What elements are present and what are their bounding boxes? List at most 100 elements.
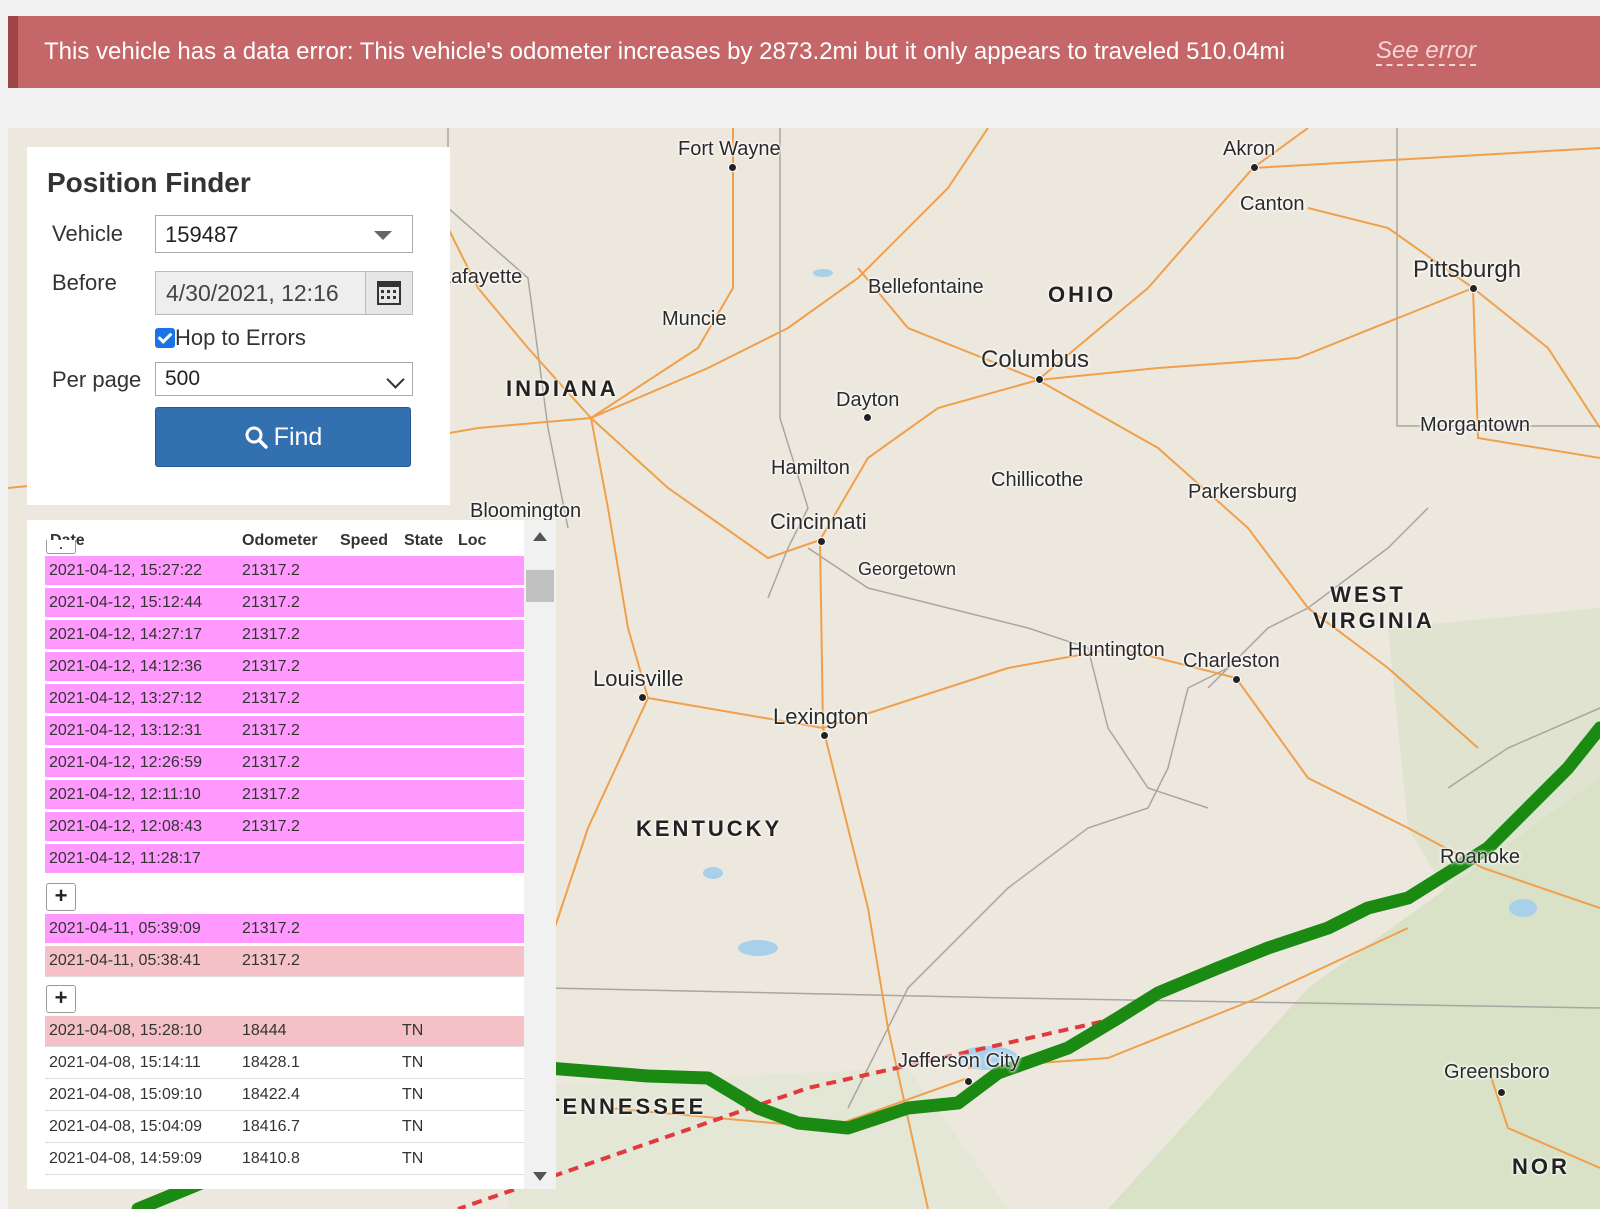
table-row[interactable]: 2021-04-11, 05:38:41 21317.2 xyxy=(45,946,524,977)
city-label: Pittsburgh xyxy=(1413,256,1522,283)
city-dot xyxy=(1035,375,1044,384)
cell-odometer: 18422.4 xyxy=(242,1086,300,1103)
city-label: Parkersburg xyxy=(1188,481,1297,503)
calendar-icon[interactable] xyxy=(365,272,412,314)
city-label: Bellefontaine xyxy=(868,276,984,298)
positions-table: Date Odometer Speed State Loc 2021-04-12… xyxy=(27,520,556,1189)
cell-date: 2021-04-12, 15:12:44 xyxy=(49,594,203,611)
city-label: Greensboro xyxy=(1444,1061,1550,1083)
city-label: Canton xyxy=(1240,193,1305,215)
before-date-input[interactable]: 4/30/2021, 12:16 xyxy=(155,271,413,315)
hop-to-errors-checkbox[interactable]: Hop to Errors xyxy=(155,325,306,351)
cell-state: TN xyxy=(402,1022,424,1039)
cell-date: 2021-04-08, 14:59:09 xyxy=(49,1150,203,1167)
table-row[interactable]: 2021-04-12, 12:08:43 21317.2 xyxy=(45,812,524,843)
cell-date: 2021-04-08, 15:28:10 xyxy=(49,1022,203,1039)
table-scrollbar[interactable] xyxy=(524,520,556,1189)
city-label: Hamilton xyxy=(771,457,850,479)
cell-odometer: 21317.2 xyxy=(242,722,300,739)
table-row[interactable]: 2021-04-08, 15:14:11 18428.1 TN xyxy=(45,1048,524,1079)
per-page-label: Per page xyxy=(52,367,142,392)
chevron-down-icon xyxy=(386,370,405,389)
panel-title: Position Finder xyxy=(47,167,251,198)
table-header: Date Odometer Speed State Loc xyxy=(27,520,524,550)
city-dot xyxy=(820,731,829,740)
expand-button[interactable]: + xyxy=(46,883,76,911)
expand-button[interactable]: . xyxy=(46,539,76,554)
city-dot xyxy=(1497,1088,1506,1097)
cell-odometer: 21317.2 xyxy=(242,952,300,969)
table-row[interactable]: 2021-04-12, 15:12:44 21317.2 xyxy=(45,588,524,619)
table-row[interactable]: 2021-04-11, 05:39:09 21317.2 xyxy=(45,914,524,945)
table-row[interactable]: 2021-04-08, 15:04:09 18416.7 TN xyxy=(45,1112,524,1143)
alert-message: This vehicle has a data error: This vehi… xyxy=(44,38,1285,65)
per-page-select[interactable]: 500 xyxy=(155,362,413,396)
city-label: Jefferson City xyxy=(898,1050,1020,1072)
checkbox-checked-icon[interactable] xyxy=(155,328,175,348)
cell-odometer: 21317.2 xyxy=(242,818,300,835)
state-label: TENNESSEE xyxy=(546,1094,707,1119)
cell-date: 2021-04-11, 05:39:09 xyxy=(49,920,201,937)
cell-date: 2021-04-12, 11:28:17 xyxy=(49,850,201,867)
scroll-up-icon[interactable] xyxy=(533,532,547,541)
per-page-value: 500 xyxy=(165,367,201,390)
table-row[interactable]: 2021-04-08, 15:28:10 18444 TN xyxy=(45,1016,524,1047)
cell-date: 2021-04-12, 14:12:36 xyxy=(49,658,203,675)
cell-state: TN xyxy=(402,1150,424,1167)
table-row[interactable]: 2021-04-12, 13:12:31 21317.2 xyxy=(45,716,524,747)
vehicle-select[interactable]: 159487 xyxy=(155,215,413,253)
city-label: Muncie xyxy=(662,308,727,330)
state-label: WEST VIRGINIA xyxy=(1313,582,1435,633)
cell-odometer: 18416.7 xyxy=(242,1118,300,1135)
cell-state: TN xyxy=(402,1086,424,1103)
city-label: Cincinnati xyxy=(770,509,867,534)
cell-odometer: 18428.1 xyxy=(242,1054,300,1071)
table-row[interactable]: 2021-04-12, 11:28:17 xyxy=(45,844,524,875)
cell-date: 2021-04-12, 13:27:12 xyxy=(49,690,203,707)
expand-button[interactable]: + xyxy=(46,985,76,1013)
city-label: Fort Wayne xyxy=(678,138,781,160)
city-dot xyxy=(1469,284,1478,293)
table-row[interactable]: 2021-04-12, 13:27:12 21317.2 xyxy=(45,684,524,715)
city-dot xyxy=(1250,163,1259,172)
see-error-link[interactable]: See error xyxy=(1376,38,1477,66)
header-odometer[interactable]: Odometer xyxy=(242,532,318,550)
table-row[interactable]: 2021-04-08, 14:59:09 18410.8 TN xyxy=(45,1144,524,1175)
table-row[interactable]: 2021-04-12, 12:26:59 21317.2 xyxy=(45,748,524,779)
cell-odometer: 21317.2 xyxy=(242,626,300,643)
table-row[interactable]: 2021-04-12, 12:11:10 21317.2 xyxy=(45,780,524,811)
cell-date: 2021-04-08, 15:14:11 xyxy=(49,1054,201,1071)
terrain-patch xyxy=(1108,778,1600,1209)
city-dot xyxy=(964,1077,973,1086)
header-state[interactable]: State xyxy=(404,532,443,550)
header-speed[interactable]: Speed xyxy=(340,532,388,550)
cell-date: 2021-04-11, 05:38:41 xyxy=(49,952,201,969)
table-row[interactable]: 2021-04-12, 14:27:17 21317.2 xyxy=(45,620,524,651)
city-label: Lexington xyxy=(773,704,869,729)
state-label: OHIO xyxy=(1048,282,1117,307)
city-dot xyxy=(728,163,737,172)
city-label: Roanoke xyxy=(1440,846,1521,868)
city-label: Morgantown xyxy=(1420,414,1531,436)
cell-date: 2021-04-12, 12:11:10 xyxy=(49,786,201,803)
data-error-alert: This vehicle has a data error: This vehi… xyxy=(8,16,1600,88)
vehicle-value: 159487 xyxy=(165,222,239,247)
city-dot xyxy=(817,537,826,546)
city-label: Charleston xyxy=(1183,650,1280,672)
table-row[interactable]: 2021-04-12, 15:27:22 21317.2 xyxy=(45,556,524,587)
scroll-thumb[interactable] xyxy=(526,570,554,602)
table-row[interactable]: 2021-04-08, 15:09:10 18422.4 TN xyxy=(45,1080,524,1111)
scroll-down-icon[interactable] xyxy=(533,1172,547,1181)
state-label: NOR xyxy=(1512,1154,1570,1179)
find-button[interactable]: Find xyxy=(155,407,411,467)
cell-odometer: 21317.2 xyxy=(242,562,300,579)
header-loc[interactable]: Loc xyxy=(458,532,486,550)
table-row[interactable]: 2021-04-12, 14:12:36 21317.2 xyxy=(45,652,524,683)
state-label: KENTUCKY xyxy=(636,816,783,841)
cell-date: 2021-04-12, 12:26:59 xyxy=(49,754,203,771)
find-label: Find xyxy=(273,423,323,451)
before-date-value: 4/30/2021, 12:16 xyxy=(166,280,339,306)
cell-odometer: 18444 xyxy=(242,1022,287,1039)
position-finder-panel: Position Finder Vehicle 159487 Before 4/… xyxy=(27,147,450,505)
cell-odometer: 18410.8 xyxy=(242,1150,300,1167)
